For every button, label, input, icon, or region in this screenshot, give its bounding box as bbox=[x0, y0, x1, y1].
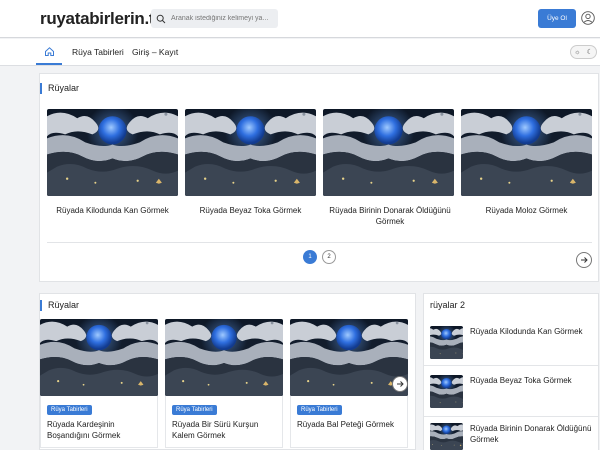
carousel-next-button[interactable] bbox=[392, 376, 408, 392]
signup-button[interactable]: Üye Ol bbox=[538, 9, 576, 28]
nav-link-login-register[interactable]: Giriş – Kayıt bbox=[132, 47, 178, 57]
section-divider bbox=[47, 242, 592, 243]
carousel-next-button[interactable] bbox=[576, 252, 592, 268]
pagination-page-1[interactable]: 1 bbox=[303, 250, 317, 264]
home-icon bbox=[44, 46, 54, 56]
main-nav: Rüya Tabirleri Giriş – Kayıt bbox=[0, 39, 600, 66]
moon-icon: ☾ bbox=[586, 49, 593, 56]
pagination-page-2[interactable]: 2 bbox=[322, 250, 336, 264]
header: ruyatabirlerin.tr Üye Ol bbox=[0, 0, 600, 38]
category-badge[interactable]: Rüya Tabirleri bbox=[47, 405, 92, 415]
sidebar-title: rüyalar 2 bbox=[430, 300, 466, 310]
dream-thumbnail[interactable] bbox=[290, 319, 408, 396]
dream-title-link[interactable]: Rüyada Kardeşinin Boşandığını Görmek bbox=[47, 419, 153, 441]
dream-thumbnail[interactable] bbox=[185, 109, 316, 196]
search-input[interactable] bbox=[171, 15, 271, 22]
dream-title-link[interactable]: Rüyada Moloz Görmek bbox=[461, 205, 592, 216]
theme-toggle[interactable]: ☼ ☾ bbox=[570, 45, 597, 59]
dream-thumbnail[interactable] bbox=[47, 109, 178, 196]
dream-title-link[interactable]: Rüyada Kilodunda Kan Görmek bbox=[470, 326, 592, 337]
dream-thumbnail[interactable] bbox=[430, 375, 463, 408]
search-icon bbox=[156, 14, 166, 23]
nav-link-dream-interpretations[interactable]: Rüya Tabirleri bbox=[72, 47, 124, 57]
dream-thumbnail[interactable] bbox=[430, 423, 463, 450]
home-link[interactable] bbox=[36, 39, 62, 65]
sun-icon: ☼ bbox=[574, 48, 581, 56]
dream-title-link[interactable]: Rüyada Birinin Donarak Öldüğünü Görmek bbox=[323, 205, 457, 227]
dream-thumbnail[interactable] bbox=[165, 319, 283, 396]
chevron-right-icon bbox=[581, 257, 588, 263]
bottom-section-title: Rüyalar bbox=[40, 300, 79, 311]
dream-thumbnail[interactable] bbox=[40, 319, 158, 396]
dream-thumbnail[interactable] bbox=[430, 326, 463, 359]
category-badge[interactable]: Rüya Tabirleri bbox=[172, 405, 217, 415]
site-logo[interactable]: ruyatabirlerin.tr bbox=[40, 9, 161, 29]
dream-title-link[interactable]: Rüyada Beyaz Toka Görmek bbox=[185, 205, 316, 216]
search-box[interactable] bbox=[151, 9, 278, 28]
category-badge[interactable]: Rüya Tabirleri bbox=[297, 405, 342, 415]
top-section-title: Rüyalar bbox=[40, 83, 79, 94]
dream-thumbnail[interactable] bbox=[461, 109, 592, 196]
dream-title-link[interactable]: Rüyada Kilodunda Kan Görmek bbox=[47, 205, 178, 216]
dream-title-link[interactable]: Rüyada Beyaz Toka Görmek bbox=[470, 375, 592, 386]
user-icon[interactable] bbox=[581, 11, 595, 25]
chevron-right-icon bbox=[397, 381, 404, 387]
dream-title-link[interactable]: Rüyada Bir Sürü Kurşun Kalem Görmek bbox=[172, 419, 278, 441]
dream-title-link[interactable]: Rüyada Bal Peteği Görmek bbox=[297, 419, 403, 430]
dream-title-link[interactable]: Rüyada Birinin Donarak Öldüğünü Görmek bbox=[470, 423, 592, 445]
dream-thumbnail[interactable] bbox=[323, 109, 454, 196]
